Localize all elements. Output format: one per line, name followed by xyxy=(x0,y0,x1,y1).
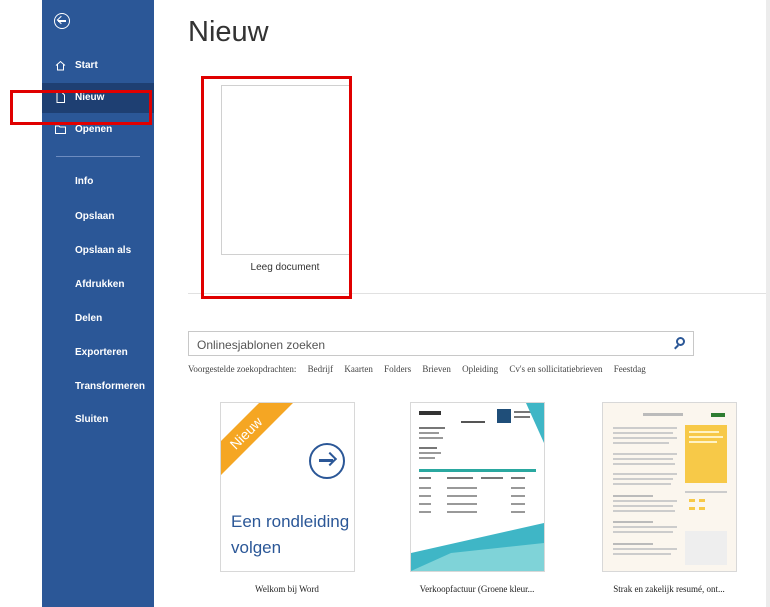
home-icon xyxy=(55,60,66,71)
template-tile-welcome[interactable]: Nieuw Een rondleiding volgen xyxy=(220,402,355,572)
sidebar-item-delen[interactable]: Delen xyxy=(42,304,154,334)
arrow-right-icon xyxy=(309,443,345,479)
sidebar-item-afdrukken[interactable]: Afdrukken xyxy=(42,270,154,300)
resume-thumbnail xyxy=(603,403,736,571)
sidebar-item-label: Afdrukken xyxy=(75,279,125,290)
sidebar-item-label: Sluiten xyxy=(75,414,109,425)
tour-text-line: volgen xyxy=(231,538,282,557)
sidebar-item-label: Info xyxy=(75,176,94,187)
sidebar-item-opslaan[interactable]: Opslaan xyxy=(42,202,154,232)
sidebar-item-start[interactable]: Start xyxy=(42,51,154,81)
sidebar-item-info[interactable]: Info xyxy=(42,167,154,197)
sidebar-item-label: Openen xyxy=(75,124,113,135)
suggestion-link[interactable]: Brieven xyxy=(422,364,451,374)
sidebar-item-label: Transformeren xyxy=(75,381,146,392)
folder-icon xyxy=(55,125,66,134)
sidebar-item-opslaan-als[interactable]: Opslaan als xyxy=(42,236,154,266)
page-title: Nieuw xyxy=(188,16,269,48)
search-input[interactable]: Onlinesjablonen zoeken xyxy=(188,331,694,356)
sidebar-item-label: Opslaan xyxy=(75,211,115,222)
suggested-searches: Voorgestelde zoekopdrachten: Bedrijf Kaa… xyxy=(188,364,655,374)
suggestion-link[interactable]: Opleiding xyxy=(462,364,498,374)
suggestion-link[interactable]: Feestdag xyxy=(614,364,646,374)
suggestion-link[interactable]: Kaarten xyxy=(344,364,372,374)
tour-text: Een rondleiding volgen xyxy=(231,509,349,561)
invoice-thumbnail xyxy=(411,403,544,571)
suggestion-link[interactable]: Bedrijf xyxy=(308,364,334,374)
search-placeholder: Onlinesjablonen zoeken xyxy=(197,338,326,352)
sidebar-divider xyxy=(56,156,140,157)
nieuw-highlight-box xyxy=(10,90,152,125)
template-label: Welkom bij Word xyxy=(255,584,319,594)
tour-text-line: Een rondleiding xyxy=(231,512,350,531)
sidebar-item-label: Delen xyxy=(75,313,103,324)
back-arrow-icon[interactable] xyxy=(54,13,70,29)
new-ribbon-badge: Nieuw xyxy=(221,403,294,481)
suggestion-link[interactable]: Folders xyxy=(384,364,411,374)
template-label: Verkoopfactuur (Groene kleur... xyxy=(419,584,535,594)
sidebar-item-label: Start xyxy=(75,60,98,71)
suggestions-label: Voorgestelde zoekopdrachten: xyxy=(188,364,297,374)
template-tile-resume[interactable] xyxy=(602,402,737,572)
template-label: Strak en zakelijk resumé, ont... xyxy=(613,584,725,594)
search-icon[interactable] xyxy=(676,337,685,346)
blank-document-highlight-box xyxy=(201,76,352,299)
sidebar-item-exporteren[interactable]: Exporteren xyxy=(42,338,154,368)
template-tile-invoice[interactable] xyxy=(410,402,545,572)
sidebar-item-label: Opslaan als xyxy=(75,245,132,256)
sidebar-item-transformeren[interactable]: Transformeren xyxy=(42,372,154,402)
sidebar-item-sluiten[interactable]: Sluiten xyxy=(42,405,154,435)
window-edge xyxy=(766,0,770,607)
sidebar-item-label: Exporteren xyxy=(75,347,128,358)
suggestion-link[interactable]: Cv's en sollicitatiebrieven xyxy=(509,364,602,374)
